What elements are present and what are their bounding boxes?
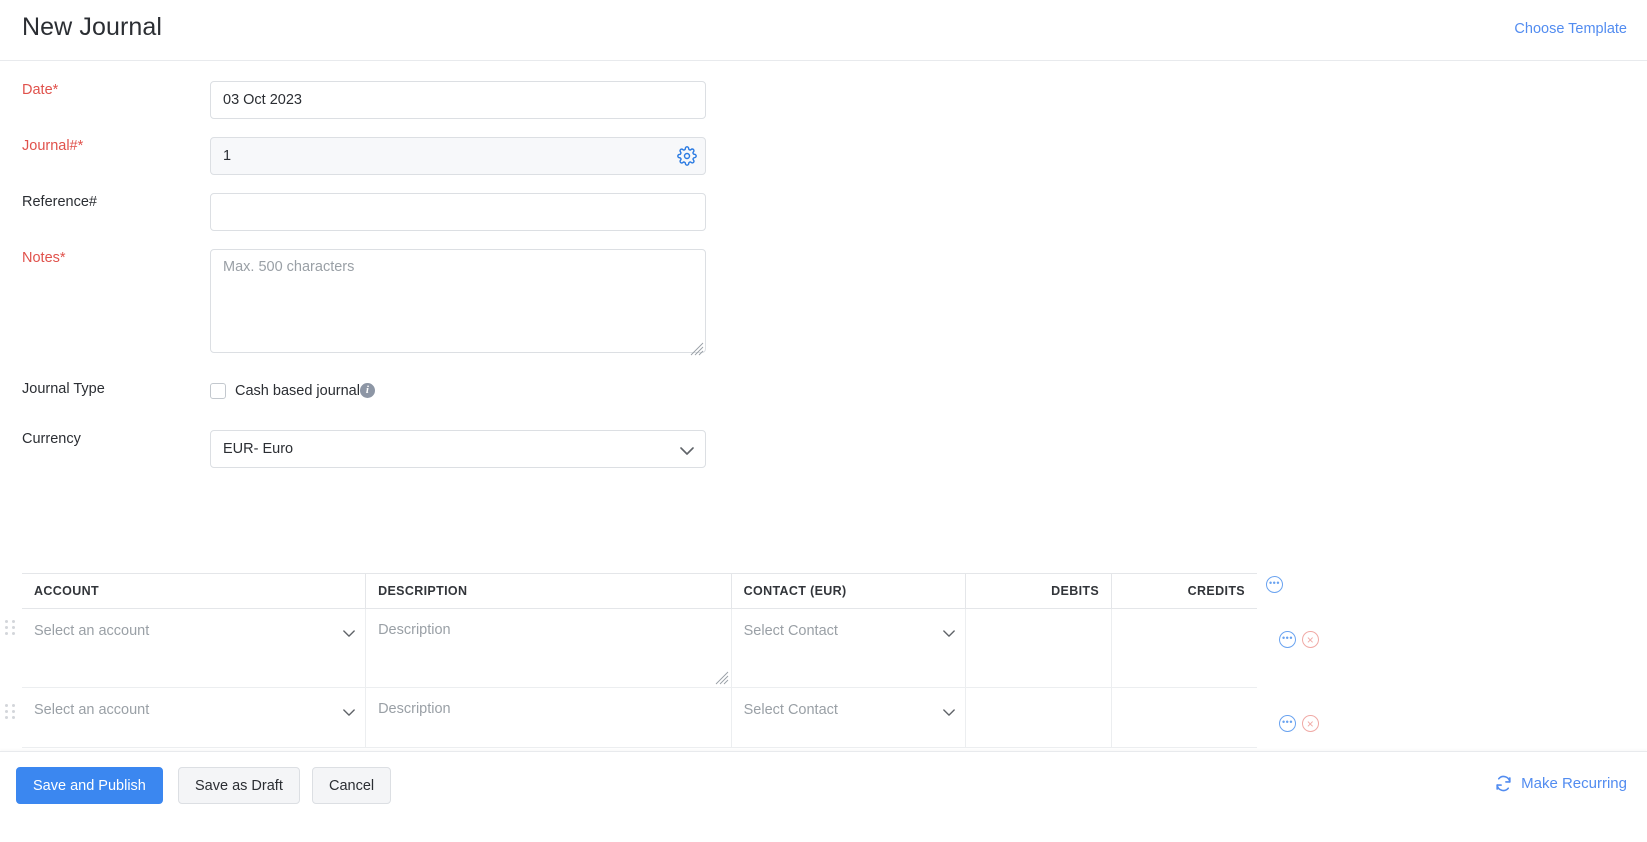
credits-input-1[interactable] [1112,609,1257,665]
field-row-currency: Currency EUR- Euro [0,430,1647,468]
ellipsis-circle-icon[interactable]: ••• [1266,576,1283,593]
page-title: New Journal [22,13,163,41]
table-row: Select an account Description Select Con… [22,687,1257,748]
currency-selected-value: EUR- Euro [223,441,294,457]
save-as-draft-button[interactable]: Save as Draft [178,767,300,804]
cash-based-journal-checkbox[interactable] [210,382,226,399]
currency-select[interactable]: EUR- Euro [210,430,706,468]
contact-select-1[interactable]: Select Contact [732,609,965,653]
table-header-row: ACCOUNT DESCRIPTION CONTACT (EUR) DEBITS… [22,573,1257,609]
table-header-actions: ••• [1266,576,1283,593]
footer-toolbar: Save and Publish Save as Draft Cancel Ma… [0,751,1647,842]
journal-no-label: Journal#* [22,138,84,154]
reference-no-control [210,193,706,231]
chevron-down-icon [943,626,955,642]
column-header-description: DESCRIPTION [365,573,732,609]
notes-control [210,249,706,358]
date-control [210,81,706,119]
account-select-1[interactable]: Select an account [22,609,365,687]
description-placeholder-1: Description [378,622,451,638]
date-label: Date* [22,82,59,98]
column-header-credits: CREDITS [1111,573,1257,609]
cancel-button[interactable]: Cancel [312,767,392,804]
cell-credits[interactable] [1111,687,1257,748]
contact-placeholder-2: Select Contact [743,702,838,718]
ellipsis-circle-icon[interactable]: ••• [1279,715,1296,732]
description-input-2[interactable]: Description [366,688,731,730]
journal-type-control: Cash based journal i [210,380,375,400]
make-recurring-button[interactable]: Make Recurring [1494,774,1627,793]
field-row-notes: Notes* [0,249,1647,358]
notes-textarea[interactable] [210,249,706,353]
drag-handle-row-2[interactable] [5,704,16,721]
refresh-cycle-icon [1494,774,1513,793]
description-placeholder-2: Description [378,701,451,717]
make-recurring-label: Make Recurring [1521,775,1627,792]
remove-circle-icon[interactable]: × [1302,631,1319,648]
column-header-debits: DEBITS [965,573,1113,609]
account-select-2[interactable]: Select an account [22,688,365,747]
new-journal-page: New Journal Choose Template Date* Journa… [0,0,1647,842]
field-row-journal-no: Journal#* [0,137,1647,175]
cell-credits[interactable] [1111,608,1257,688]
cell-debits[interactable] [965,608,1113,688]
cell-account[interactable]: Select an account [22,687,367,748]
chevron-down-icon [943,705,955,721]
reference-no-input[interactable] [210,193,706,231]
description-input-1[interactable]: Description [366,609,731,687]
cell-description[interactable]: Description [365,608,732,688]
debits-input-1[interactable] [966,609,1111,665]
remove-circle-icon[interactable]: × [1302,715,1319,732]
credits-input-2[interactable] [1112,688,1257,744]
journal-type-label: Journal Type [22,381,105,397]
column-header-account: ACCOUNT [22,573,367,609]
cash-based-journal-label: Cash based journal [235,382,360,399]
save-and-publish-button[interactable]: Save and Publish [16,767,163,804]
chevron-down-icon [343,705,355,721]
drag-handle-row-1[interactable] [5,620,16,637]
currency-label: Currency [22,431,81,447]
reference-no-label: Reference# [22,194,97,210]
resize-grip-icon[interactable] [715,671,729,685]
journal-no-control [210,137,706,175]
field-row-reference-no: Reference# [0,193,1647,231]
journal-form: Date* Journal#* [0,61,1647,468]
debits-input-2[interactable] [966,688,1111,744]
line-items-table: ACCOUNT DESCRIPTION CONTACT (EUR) DEBITS… [22,573,1257,748]
cell-contact[interactable]: Select Contact [731,687,966,748]
info-icon[interactable]: i [359,383,375,398]
contact-select-2[interactable]: Select Contact [732,688,965,732]
cell-contact[interactable]: Select Contact [731,608,966,688]
date-input[interactable] [210,81,706,119]
table-row: Select an account Description Select Con… [22,608,1257,688]
gear-icon[interactable] [677,146,697,166]
cell-account[interactable]: Select an account [22,608,367,688]
chevron-down-icon [343,626,355,642]
currency-control: EUR- Euro [210,430,706,468]
field-row-date: Date* [0,81,1647,119]
account-placeholder-2: Select an account [34,702,150,718]
journal-no-input[interactable] [210,137,706,175]
cell-debits[interactable] [965,687,1113,748]
field-row-journal-type: Journal Type Cash based journal i [0,380,1647,400]
cell-description[interactable]: Description [365,687,732,748]
page-header: New Journal Choose Template [0,0,1647,61]
column-header-contact: CONTACT (EUR) [731,573,966,609]
contact-placeholder-1: Select Contact [743,623,838,639]
account-placeholder-1: Select an account [34,623,150,639]
choose-template-link[interactable]: Choose Template [1514,21,1627,37]
row-actions-1: ••• × [1279,631,1319,648]
row-actions-2: ••• × [1279,715,1319,732]
notes-label: Notes* [22,250,66,266]
ellipsis-circle-icon[interactable]: ••• [1279,631,1296,648]
